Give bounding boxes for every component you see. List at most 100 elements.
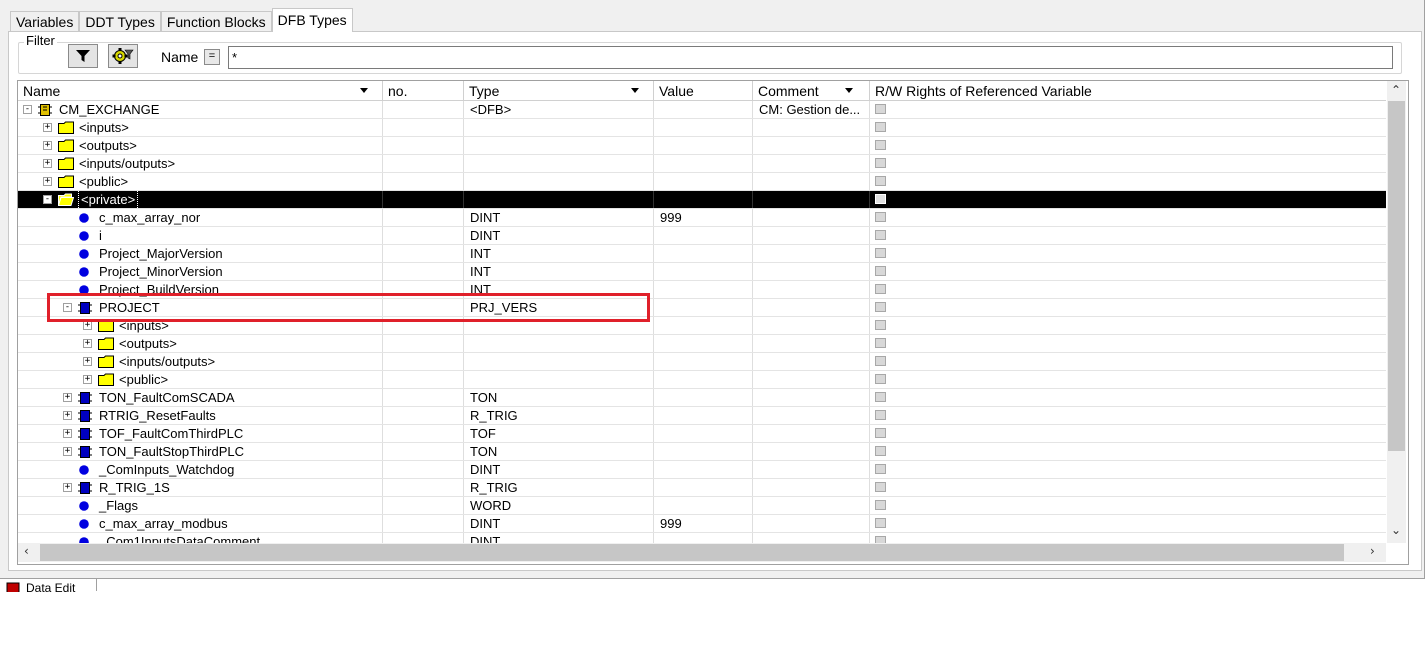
type-cell[interactable]: DINT [464,533,654,543]
table-row[interactable]: + <inputs/outputs> [18,353,1386,371]
comment-cell[interactable] [753,479,870,496]
comment-cell[interactable] [753,371,870,388]
comment-cell[interactable] [753,497,870,514]
name-cell[interactable]: - CM_EXCHANGE [18,101,383,118]
table-row[interactable]: + <inputs/outputs> [18,155,1386,173]
no-cell[interactable] [383,227,464,244]
table-row[interactable]: - <private> [18,191,1386,209]
comment-cell[interactable] [753,317,870,334]
comment-cell[interactable] [753,461,870,478]
table-row[interactable]: + TOF_FaultComThirdPLC TOF [18,425,1386,443]
comment-cell[interactable] [753,407,870,424]
column-header-no[interactable]: no. [383,81,464,100]
value-cell[interactable] [654,101,753,118]
filter-toggle-button[interactable] [68,44,98,68]
table-row[interactable]: + <public> [18,371,1386,389]
vertical-scrollbar[interactable]: ⌃ ⌄ [1387,81,1406,543]
name-cell[interactable]: + <inputs/outputs> [18,353,383,370]
type-cell[interactable]: INT [464,263,654,280]
scroll-left-icon[interactable]: ‹ [24,544,29,558]
type-cell[interactable] [464,119,654,136]
expand-icon[interactable]: + [63,429,72,438]
scroll-down-icon[interactable]: ⌄ [1391,523,1401,537]
value-cell[interactable] [654,317,753,334]
value-cell[interactable] [654,155,753,172]
comment-cell[interactable] [753,443,870,460]
rw-rights-checkbox[interactable] [875,446,886,456]
value-cell[interactable] [654,425,753,442]
rw-rights-checkbox[interactable] [875,464,886,474]
table-row[interactable]: + <inputs> [18,119,1386,137]
expand-icon[interactable]: + [63,411,72,420]
type-cell[interactable]: DINT [464,209,654,226]
no-cell[interactable] [383,533,464,543]
comment-cell[interactable] [753,515,870,532]
expand-icon[interactable]: + [83,339,92,348]
tab-variables[interactable]: Variables [10,11,80,32]
column-header-name[interactable]: Name [18,81,383,100]
type-cell[interactable]: DINT [464,461,654,478]
rw-rights-checkbox[interactable] [875,140,886,150]
scroll-up-icon[interactable]: ⌃ [1391,83,1401,97]
value-cell[interactable] [654,533,753,543]
no-cell[interactable] [383,209,464,226]
comment-cell[interactable] [753,425,870,442]
value-cell[interactable] [654,443,753,460]
collapse-icon[interactable]: - [43,195,52,204]
type-cell[interactable] [464,173,654,190]
tab-ddt-types[interactable]: DDT Types [79,11,161,32]
sort-dropdown-icon[interactable] [845,88,853,93]
tab-function-blocks[interactable]: Function Blocks [160,11,272,32]
value-cell[interactable] [654,245,753,262]
comment-cell[interactable] [753,155,870,172]
rw-rights-checkbox[interactable] [875,158,886,168]
rw-rights-checkbox[interactable] [875,302,886,312]
expand-icon[interactable]: + [43,123,52,132]
expand-icon[interactable]: + [63,483,72,492]
comment-cell[interactable] [753,281,870,298]
name-cell[interactable]: + <outputs> [18,335,383,352]
expand-icon[interactable]: + [43,141,52,150]
value-cell[interactable] [654,263,753,280]
rw-rights-checkbox[interactable] [875,104,886,114]
tab-dfb-types[interactable]: DFB Types [271,8,353,32]
sort-dropdown-icon[interactable] [360,88,368,93]
horizontal-scrollbar[interactable]: ‹ › [18,543,1386,562]
no-cell[interactable] [383,155,464,172]
name-cell[interactable]: + <public> [18,371,383,388]
value-cell[interactable] [654,371,753,388]
rw-rights-checkbox[interactable] [875,212,886,222]
rw-rights-checkbox[interactable] [875,194,886,204]
table-row[interactable]: + <outputs> [18,335,1386,353]
type-cell[interactable]: <DFB> [464,101,654,118]
table-row[interactable]: _Com1InputsDataComment DINT [18,533,1386,543]
table-row[interactable]: + TON_FaultComSCADA TON [18,389,1386,407]
expand-icon[interactable]: + [43,159,52,168]
rw-rights-checkbox[interactable] [875,356,886,366]
comment-cell[interactable] [753,263,870,280]
value-cell[interactable] [654,191,753,208]
table-row[interactable]: Project_MinorVersion INT [18,263,1386,281]
no-cell[interactable] [383,443,464,460]
comment-cell[interactable] [753,389,870,406]
name-cell[interactable]: - <private> [18,191,383,208]
type-cell[interactable] [464,191,654,208]
type-cell[interactable]: TON [464,443,654,460]
value-cell[interactable]: 999 [654,515,753,532]
name-cell[interactable]: c_max_array_modbus [18,515,383,532]
rw-rights-checkbox[interactable] [875,428,886,438]
expand-icon[interactable]: + [83,375,92,384]
name-cell[interactable]: + R_TRIG_1S [18,479,383,496]
horizontal-scroll-thumb[interactable] [40,544,1344,561]
table-row[interactable]: c_max_array_modbus DINT 999 [18,515,1386,533]
no-cell[interactable] [383,245,464,262]
name-cell[interactable]: + TOF_FaultComThirdPLC [18,425,383,442]
table-row[interactable]: + <outputs> [18,137,1386,155]
table-row[interactable]: i DINT [18,227,1386,245]
rw-rights-checkbox[interactable] [875,374,886,384]
table-row[interactable]: + TON_FaultStopThirdPLC TON [18,443,1386,461]
no-cell[interactable] [383,101,464,118]
type-cell[interactable] [464,137,654,154]
table-row[interactable]: + R_TRIG_1S R_TRIG [18,479,1386,497]
comment-cell[interactable] [753,191,870,208]
